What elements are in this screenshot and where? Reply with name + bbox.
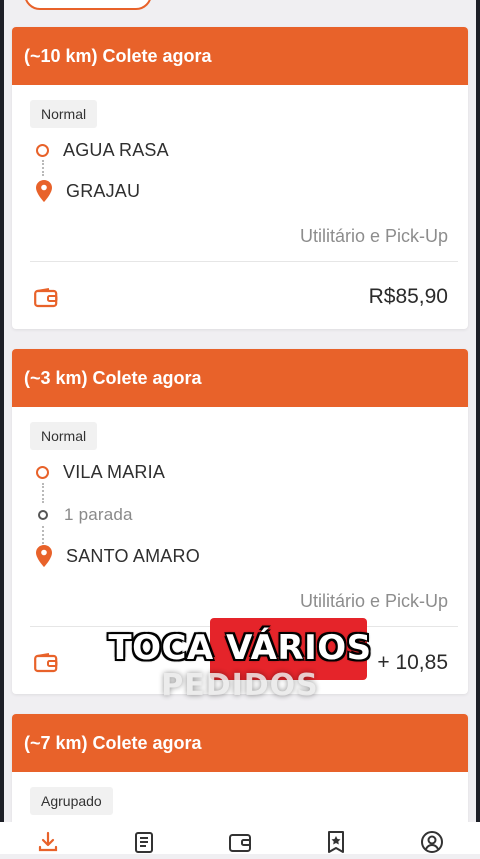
stop-dot-icon bbox=[38, 510, 48, 520]
order-card[interactable]: (~7 km) Colete agora Agrupado bbox=[12, 714, 468, 834]
origin-stop: AGUA RASA bbox=[36, 140, 169, 161]
profile-icon[interactable] bbox=[420, 830, 444, 859]
vehicle-type: Utilitário e Pick-Up bbox=[299, 226, 448, 246]
wallet-icon bbox=[34, 288, 58, 308]
route-connector bbox=[42, 483, 46, 503]
origin-icon bbox=[36, 466, 49, 479]
download-icon[interactable] bbox=[36, 830, 60, 859]
order-type-tag: Agrupado bbox=[30, 787, 113, 815]
bottom-nav bbox=[0, 822, 480, 854]
caption-line-1: TOCA VÁRIOS bbox=[108, 628, 372, 668]
order-header: (~10 km) Colete agora bbox=[12, 27, 468, 85]
order-type-tag: Normal bbox=[30, 422, 98, 450]
origin-icon bbox=[36, 144, 49, 157]
location-pin-icon bbox=[36, 180, 52, 202]
orders-list-icon[interactable] bbox=[132, 830, 156, 859]
caption-line-2: PEDIDOS bbox=[161, 668, 319, 703]
order-price: R$85,90 bbox=[368, 285, 448, 308]
stops-count: 1 parada bbox=[64, 505, 133, 524]
route-connector bbox=[42, 526, 46, 544]
top-filter-pill[interactable] bbox=[24, 0, 152, 10]
destination-stop: SANTO AMARO bbox=[36, 545, 200, 567]
destination-name: SANTO AMARO bbox=[66, 545, 200, 566]
star-badge-icon[interactable] bbox=[324, 830, 348, 859]
right-edge bbox=[476, 0, 480, 854]
wallet-icon[interactable] bbox=[228, 830, 252, 859]
order-header: (~3 km) Colete agora bbox=[12, 349, 468, 407]
order-card[interactable]: (~10 km) Colete agora Normal AGUA RASA G… bbox=[12, 27, 468, 329]
destination-name: GRAJAU bbox=[66, 180, 141, 201]
origin-name: AGUA RASA bbox=[63, 140, 169, 160]
vehicle-type: Utilitário e Pick-Up bbox=[299, 591, 448, 611]
order-type-tag: Normal bbox=[30, 100, 98, 128]
origin-name: VILA MARIA bbox=[63, 462, 166, 482]
location-pin-icon bbox=[36, 545, 52, 567]
divider bbox=[30, 261, 458, 262]
destination-stop: GRAJAU bbox=[36, 180, 140, 202]
order-header: (~7 km) Colete agora bbox=[12, 714, 468, 772]
origin-stop: VILA MARIA bbox=[36, 462, 165, 483]
intermediate-stops[interactable]: 1 parada bbox=[36, 505, 133, 525]
route-connector bbox=[42, 160, 46, 176]
left-edge bbox=[0, 0, 4, 854]
